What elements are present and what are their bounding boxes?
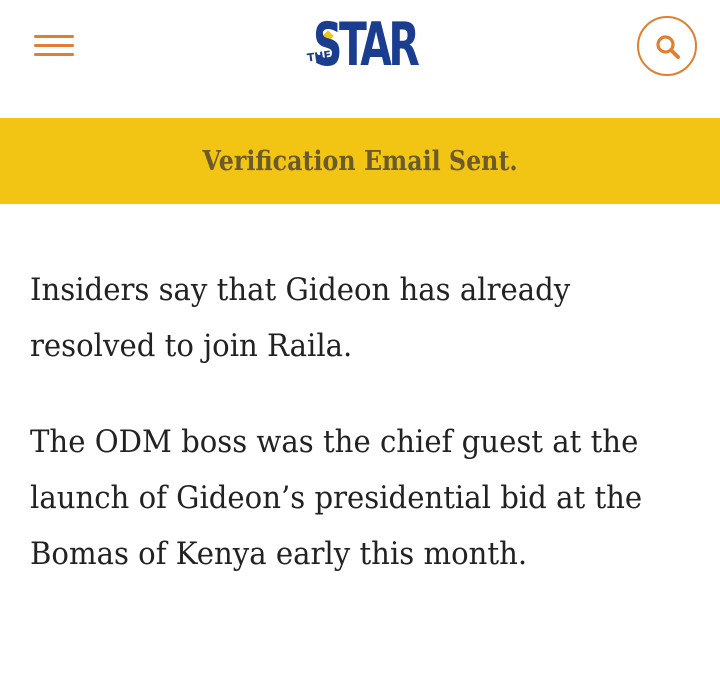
site-header: THE STAR	[0, 0, 720, 118]
verification-banner-text: Verification Email Sent.	[202, 145, 518, 177]
the-star-logo[interactable]: THE STAR	[300, 10, 420, 80]
logo-star-text: STAR	[313, 10, 420, 80]
hamburger-menu-button[interactable]	[28, 30, 80, 62]
article-body: Insiders say that Gideon has already res…	[30, 262, 690, 582]
article-paragraph: The ODM boss was the chief guest at the …	[30, 424, 643, 572]
hamburger-menu-icon-bar	[34, 44, 74, 47]
hamburger-menu-icon-bar	[34, 35, 74, 38]
article-paragraph: Insiders say that Gideon has already res…	[30, 272, 571, 364]
hamburger-menu-icon-bar	[34, 53, 74, 56]
verification-banner: Verification Email Sent.	[0, 118, 720, 204]
search-icon	[656, 35, 680, 59]
search-button[interactable]	[637, 16, 697, 76]
